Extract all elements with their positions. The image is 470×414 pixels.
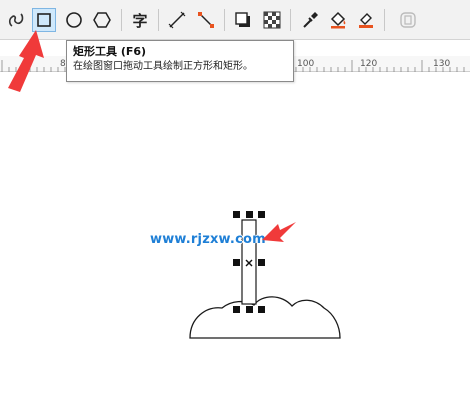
freehand-tool[interactable] xyxy=(4,8,28,32)
polygon-tool[interactable] xyxy=(90,8,114,32)
ruler-label: 100 xyxy=(297,59,314,69)
toolbar-separator xyxy=(121,9,122,31)
text-tool[interactable]: 字 xyxy=(128,8,152,32)
toolbar-separator xyxy=(158,9,159,31)
tooltip-title: 矩形工具 (F6) xyxy=(73,45,147,58)
ellipse-icon xyxy=(66,12,82,28)
freehand-curve-icon xyxy=(8,13,24,27)
selection-handle xyxy=(258,259,265,266)
connector-tool[interactable] xyxy=(194,8,218,32)
connector-icon xyxy=(198,12,214,28)
selection-handle xyxy=(258,211,265,218)
dimension-line-icon xyxy=(168,11,186,29)
toolbar-separator xyxy=(224,9,225,31)
watermark-text: www.rjzxw.com xyxy=(150,232,266,247)
selection-handle xyxy=(246,211,253,218)
cloud-shape[interactable] xyxy=(189,296,341,339)
rectangle-icon xyxy=(37,13,51,27)
polygon-icon xyxy=(93,12,111,28)
transparency-checker-icon xyxy=(263,11,281,29)
disabled-tool xyxy=(396,8,420,32)
selection-handle xyxy=(246,306,253,313)
text-icon: 字 xyxy=(132,11,148,30)
paint-bucket-icon xyxy=(330,11,346,29)
toolbox: 字 xyxy=(0,0,470,40)
eyedropper-icon xyxy=(303,12,318,28)
ellipse-tool[interactable] xyxy=(62,8,86,32)
drop-shadow-icon xyxy=(235,12,250,27)
transparency-tool[interactable] xyxy=(260,8,284,32)
selection-handle xyxy=(233,211,240,218)
eyedropper-tool[interactable] xyxy=(298,8,322,32)
smart-fill-icon xyxy=(359,13,373,28)
selection-handle xyxy=(258,306,265,313)
smart-fill-tool[interactable] xyxy=(354,8,378,32)
rectangle-tool[interactable] xyxy=(32,8,56,32)
selection-handle xyxy=(233,259,240,266)
toolbar-separator xyxy=(290,9,291,31)
parallel-dimension-tool[interactable] xyxy=(165,8,189,32)
disabled-frame-icon xyxy=(400,12,416,28)
drop-shadow-tool[interactable] xyxy=(231,8,255,32)
selection-handle xyxy=(233,306,240,313)
ruler-label: 120 xyxy=(360,59,377,69)
interactive-fill-tool[interactable] xyxy=(326,8,350,32)
toolbar-separator xyxy=(384,9,385,31)
